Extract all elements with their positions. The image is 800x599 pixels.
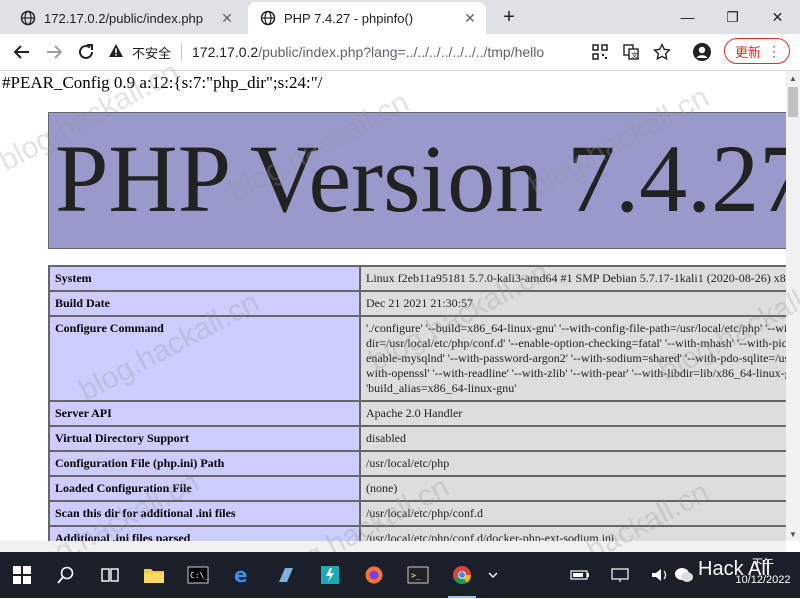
windows-taskbar: C:\_ e >_ Hack All 下午 10/12/2022: [0, 552, 800, 598]
table-row: Additional .ini files parsed/usr/local/e…: [49, 526, 786, 541]
svg-text:e: e: [234, 565, 248, 585]
clock-date: 10/12/2022: [735, 574, 791, 586]
minimize-button[interactable]: —: [665, 0, 710, 34]
edge-browser-icon[interactable]: e: [222, 552, 262, 598]
row-value: Dec 21 2021 21:30:57: [360, 291, 786, 316]
firefox-icon[interactable]: [354, 552, 394, 598]
url-path[interactable]: /public/index.php?lang=../../../../../..…: [258, 44, 544, 60]
new-tab-button[interactable]: +: [498, 6, 520, 28]
table-row: Loaded Configuration File (none): [49, 476, 786, 501]
update-button[interactable]: 更新 ⋮: [724, 38, 790, 64]
scroll-down-icon[interactable]: ▼: [786, 527, 800, 541]
warning-icon[interactable]: [108, 43, 124, 62]
page-viewport: #PEAR_Config 0.9 a:12:{s:7:"php_dir";s:2…: [0, 71, 786, 541]
tab-title: 172.17.0.2/public/index.php: [44, 10, 204, 26]
table-row: Virtual Directory Support disabled: [49, 426, 786, 451]
tab-index[interactable]: 172.17.0.2/public/index.php ✕: [8, 2, 243, 34]
update-label: 更新: [735, 44, 762, 60]
table-row: System Linux f2eb11a95181 5.7.0-kali3-amd…: [49, 266, 786, 291]
row-key: Configuration File (php.ini) Path: [49, 451, 360, 476]
divider: [181, 43, 183, 61]
row-value: Linux f2eb11a95181 5.7.0-kali3-amd64 #1 …: [360, 266, 786, 291]
app-icon[interactable]: [266, 552, 306, 598]
row-value: /usr/local/etc/php/conf.d: [360, 501, 786, 526]
row-key: Scan this dir for additional .ini files: [49, 501, 360, 526]
row-value: disabled: [360, 426, 786, 451]
chevron-down-icon[interactable]: [480, 552, 506, 598]
restore-button[interactable]: ❐: [710, 0, 755, 34]
browser-toolbar: 不安全 172.17.0.2 /public/index.php?lang=..…: [0, 34, 800, 71]
phpinfo-table: System Linux f2eb11a95181 5.7.0-kali3-amd…: [48, 265, 786, 541]
svg-text:文: 文: [631, 51, 638, 60]
menu-dots-icon[interactable]: ⋮: [767, 43, 781, 59]
url-host[interactable]: 172.17.0.2: [192, 44, 258, 60]
notification-icon[interactable]: [698, 552, 724, 598]
row-key: Configure Command: [49, 316, 360, 401]
task-view-icon[interactable]: [90, 552, 130, 598]
qr-code-icon[interactable]: [588, 40, 612, 64]
translate-icon[interactable]: 文: [619, 40, 643, 64]
row-key: Additional .ini files parsed: [49, 526, 360, 541]
reload-icon[interactable]: [74, 40, 98, 64]
tab-title: PHP 7.4.27 - phpinfo(): [284, 10, 414, 26]
svg-text:C:\_: C:\_: [190, 571, 209, 580]
search-icon[interactable]: [46, 552, 86, 598]
table-row: Configuration File (php.ini) Path/usr/lo…: [49, 451, 786, 476]
table-row: Build Date Dec 21 2021 21:30:57: [49, 291, 786, 316]
row-key: Build Date: [49, 291, 360, 316]
table-row: Configure Command './configure' '--build=…: [49, 316, 786, 401]
chrome-icon[interactable]: [442, 552, 482, 598]
close-tab-icon[interactable]: ✕: [462, 10, 478, 26]
clock-time: 下午: [752, 558, 774, 570]
row-value: /usr/local/etc/php/conf.d/docker-php-ext…: [360, 526, 786, 541]
not-secure-label[interactable]: 不安全: [132, 43, 171, 62]
console-app-icon[interactable]: >_: [398, 552, 438, 598]
row-value: Apache 2.0 Handler: [360, 401, 786, 426]
row-key: Server API: [49, 401, 360, 426]
address-bar[interactable]: 不安全 172.17.0.2 /public/index.php?lang=..…: [108, 38, 588, 66]
command-prompt-icon[interactable]: C:\_: [178, 552, 218, 598]
vertical-scrollbar[interactable]: ▲ ▼: [786, 71, 800, 541]
network-icon[interactable]: [600, 552, 640, 598]
back-icon[interactable]: [10, 40, 34, 64]
php-version-banner: PHP Version 7.4.27: [48, 112, 786, 249]
globe-icon: [20, 10, 36, 26]
close-window-button[interactable]: ✕: [755, 0, 800, 34]
forward-icon[interactable]: [42, 40, 66, 64]
scroll-up-icon[interactable]: ▲: [786, 71, 800, 85]
file-explorer-icon[interactable]: [134, 552, 174, 598]
terminal-app-icon[interactable]: [310, 552, 350, 598]
wechat-icon: [672, 552, 696, 598]
start-button[interactable]: [2, 552, 42, 598]
system-clock[interactable]: 下午 10/12/2022: [726, 556, 800, 596]
globe-icon: [260, 10, 276, 26]
php-version-title: PHP Version 7.4.27: [55, 125, 786, 232]
tab-phpinfo[interactable]: PHP 7.4.27 - phpinfo() ✕: [248, 2, 486, 34]
scrollbar-thumb[interactable]: [788, 87, 798, 117]
row-key: Loaded Configuration File: [49, 476, 360, 501]
row-value: /usr/local/etc/php: [360, 451, 786, 476]
row-value: (none): [360, 476, 786, 501]
row-key: System: [49, 266, 360, 291]
profile-avatar-icon[interactable]: [690, 40, 714, 64]
table-row: Server API Apache 2.0 Handler: [49, 401, 786, 426]
row-value: './configure' '--build=x86_64-linux-gnu'…: [360, 316, 786, 401]
row-key: Virtual Directory Support: [49, 426, 360, 451]
pear-config-text: #PEAR_Config 0.9 a:12:{s:7:"php_dir";s:2…: [2, 73, 323, 92]
svg-text:>_: >_: [411, 571, 421, 580]
bookmark-star-icon[interactable]: [650, 40, 674, 64]
table-row: Scan this dir for additional .ini files /…: [49, 501, 786, 526]
close-tab-icon[interactable]: ✕: [219, 10, 235, 26]
battery-icon[interactable]: [560, 552, 600, 598]
horizontal-scrollbar[interactable]: [0, 541, 786, 552]
tab-strip: 172.17.0.2/public/index.php ✕ PHP 7.4.27…: [0, 0, 800, 34]
